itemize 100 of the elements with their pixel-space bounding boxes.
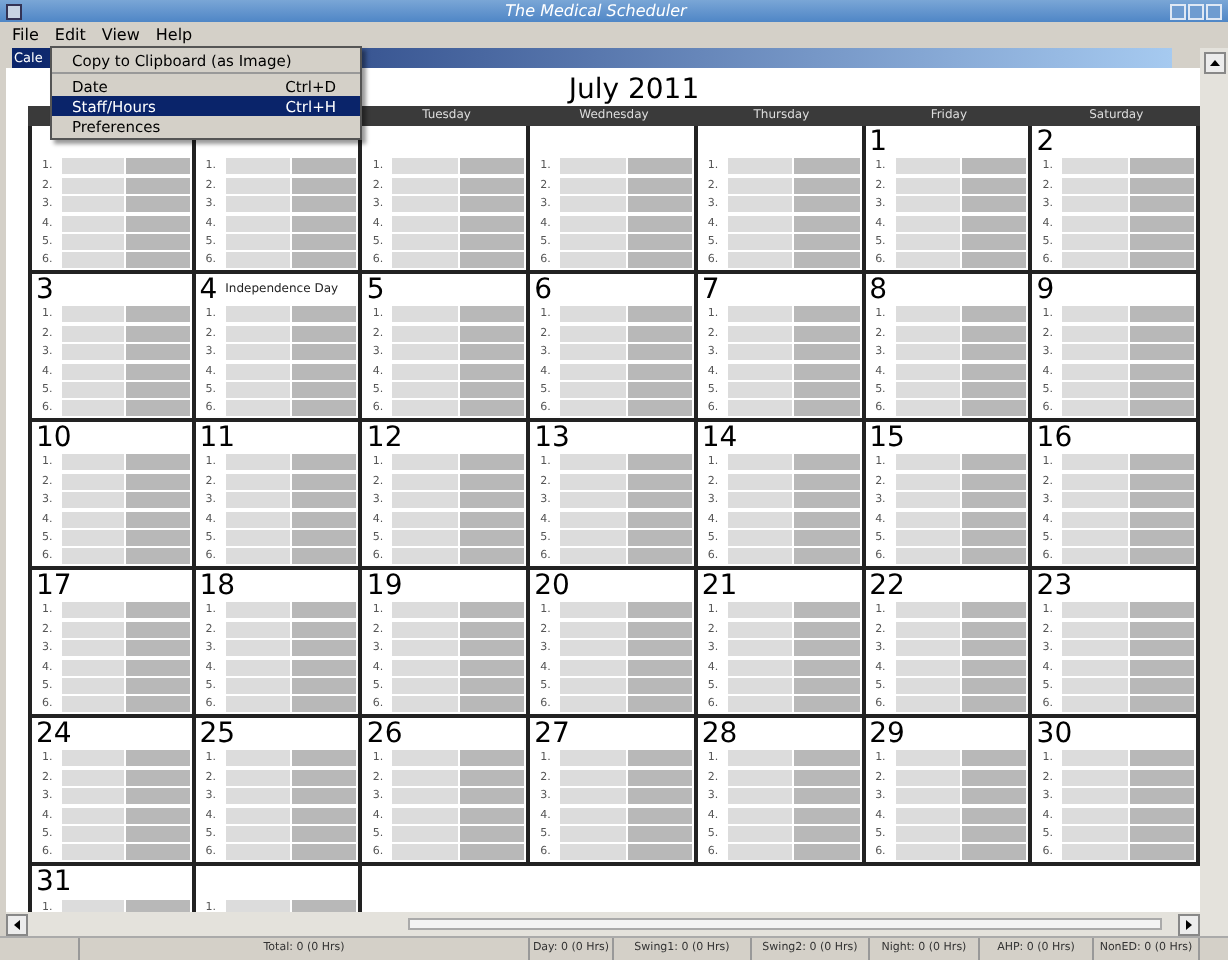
maximize-button[interactable] <box>1187 3 1204 19</box>
hours-slot[interactable] <box>292 363 357 380</box>
hours-slot[interactable] <box>961 252 1027 269</box>
hours-slot[interactable] <box>794 454 860 471</box>
staff-slot[interactable] <box>895 325 962 342</box>
staff-slot[interactable] <box>560 677 627 694</box>
staff-slot[interactable] <box>895 602 962 619</box>
staff-slot[interactable] <box>560 381 627 398</box>
staff-slot[interactable] <box>1062 511 1130 528</box>
hours-slot[interactable] <box>292 844 357 861</box>
hours-slot[interactable] <box>961 750 1027 767</box>
staff-slot[interactable] <box>727 344 795 361</box>
hours-slot[interactable] <box>794 677 860 694</box>
staff-slot[interactable] <box>895 548 962 565</box>
hours-slot[interactable] <box>627 659 692 676</box>
staff-slot[interactable] <box>225 769 293 786</box>
hours-slot[interactable] <box>459 844 525 861</box>
hours-slot[interactable] <box>627 344 692 361</box>
hours-slot[interactable] <box>794 344 860 361</box>
staff-slot[interactable] <box>1062 696 1130 713</box>
staff-slot[interactable] <box>62 788 127 805</box>
hours-slot[interactable] <box>961 381 1027 398</box>
staff-slot[interactable] <box>727 807 795 824</box>
staff-slot[interactable] <box>62 177 127 194</box>
hours-slot[interactable] <box>627 529 692 546</box>
hours-slot[interactable] <box>627 233 692 250</box>
scroll-thumb[interactable] <box>408 918 1162 930</box>
staff-slot[interactable] <box>62 602 127 619</box>
hours-slot[interactable] <box>459 344 525 361</box>
staff-slot[interactable] <box>895 640 962 657</box>
hours-slot[interactable] <box>794 325 860 342</box>
hours-slot[interactable] <box>794 696 860 713</box>
hours-slot[interactable] <box>794 306 860 323</box>
hours-slot[interactable] <box>292 548 357 565</box>
hours-slot[interactable] <box>794 825 860 842</box>
staff-slot[interactable] <box>392 677 460 694</box>
hours-slot[interactable] <box>627 196 692 213</box>
hours-slot[interactable] <box>459 769 525 786</box>
staff-slot[interactable] <box>727 381 795 398</box>
hours-slot[interactable] <box>794 400 860 417</box>
hours-slot[interactable] <box>1129 325 1194 342</box>
hours-slot[interactable] <box>1129 252 1194 269</box>
staff-slot[interactable] <box>727 696 795 713</box>
staff-slot[interactable] <box>560 473 627 490</box>
staff-slot[interactable] <box>62 492 127 509</box>
hours-slot[interactable] <box>459 750 525 767</box>
staff-slot[interactable] <box>560 454 627 471</box>
hours-slot[interactable] <box>459 381 525 398</box>
staff-slot[interactable] <box>727 677 795 694</box>
staff-slot[interactable] <box>895 788 962 805</box>
staff-slot[interactable] <box>895 215 962 232</box>
hours-slot[interactable] <box>961 215 1027 232</box>
hours-slot[interactable] <box>1129 807 1194 824</box>
hours-slot[interactable] <box>459 473 525 490</box>
staff-slot[interactable] <box>392 158 460 175</box>
hours-slot[interactable] <box>794 215 860 232</box>
staff-slot[interactable] <box>392 640 460 657</box>
staff-slot[interactable] <box>1062 381 1130 398</box>
staff-slot[interactable] <box>727 750 795 767</box>
hours-slot[interactable] <box>459 788 525 805</box>
hours-slot[interactable] <box>126 825 190 842</box>
hours-slot[interactable] <box>459 807 525 824</box>
staff-slot[interactable] <box>727 511 795 528</box>
staff-slot[interactable] <box>1062 750 1130 767</box>
hours-slot[interactable] <box>961 548 1027 565</box>
hours-slot[interactable] <box>126 158 190 175</box>
hours-slot[interactable] <box>794 511 860 528</box>
hours-slot[interactable] <box>794 233 860 250</box>
staff-slot[interactable] <box>895 529 962 546</box>
hours-slot[interactable] <box>126 899 190 912</box>
hours-slot[interactable] <box>292 454 357 471</box>
staff-slot[interactable] <box>727 844 795 861</box>
staff-slot[interactable] <box>560 844 627 861</box>
staff-slot[interactable] <box>1062 659 1130 676</box>
hours-slot[interactable] <box>961 696 1027 713</box>
hours-slot[interactable] <box>459 696 525 713</box>
staff-slot[interactable] <box>392 196 460 213</box>
staff-slot[interactable] <box>560 400 627 417</box>
staff-slot[interactable] <box>895 400 962 417</box>
staff-slot[interactable] <box>225 233 293 250</box>
hours-slot[interactable] <box>126 325 190 342</box>
hours-slot[interactable] <box>794 473 860 490</box>
staff-slot[interactable] <box>727 252 795 269</box>
hours-slot[interactable] <box>627 640 692 657</box>
menu-item[interactable]: Edit <box>48 26 92 44</box>
staff-slot[interactable] <box>727 473 795 490</box>
staff-slot[interactable] <box>727 548 795 565</box>
staff-slot[interactable] <box>560 177 627 194</box>
staff-slot[interactable] <box>895 233 962 250</box>
staff-slot[interactable] <box>1062 325 1130 342</box>
staff-slot[interactable] <box>895 750 962 767</box>
hours-slot[interactable] <box>126 844 190 861</box>
hours-slot[interactable] <box>961 844 1027 861</box>
staff-slot[interactable] <box>727 177 795 194</box>
hours-slot[interactable] <box>794 158 860 175</box>
staff-slot[interactable] <box>1062 344 1130 361</box>
staff-slot[interactable] <box>727 769 795 786</box>
hours-slot[interactable] <box>126 381 190 398</box>
staff-slot[interactable] <box>560 196 627 213</box>
staff-slot[interactable] <box>392 473 460 490</box>
